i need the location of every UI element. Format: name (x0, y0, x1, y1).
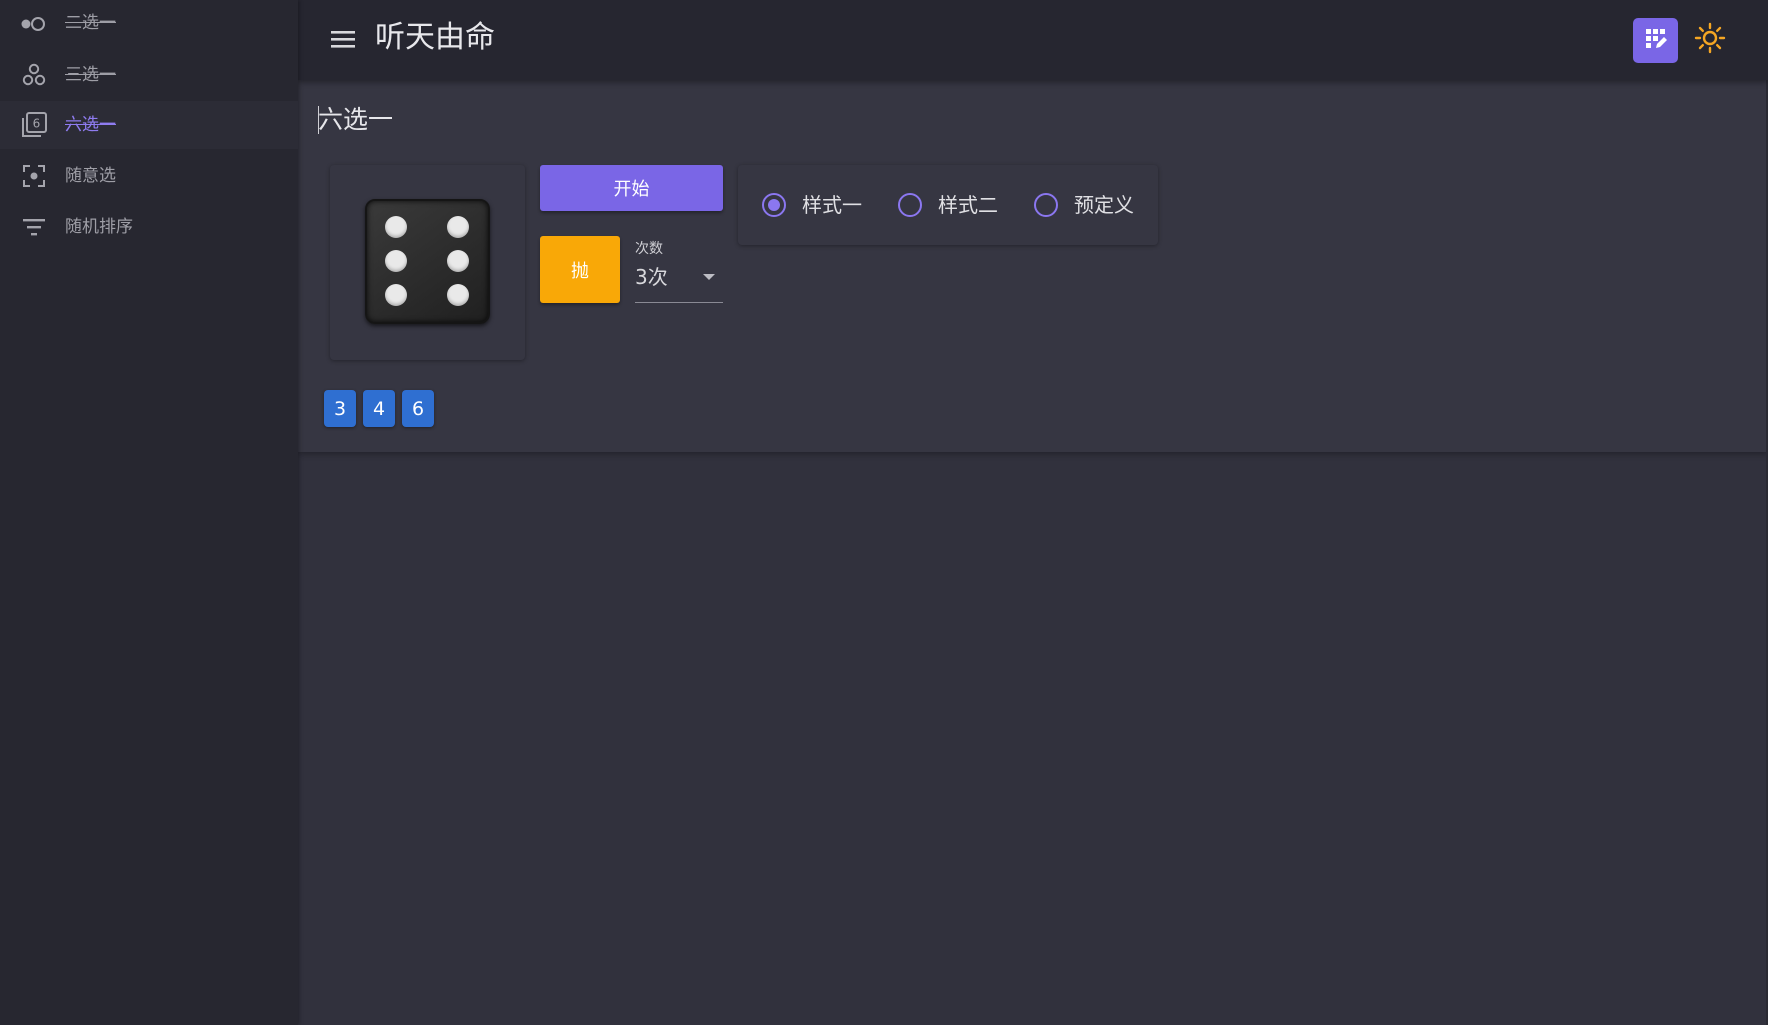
die-pip (385, 284, 407, 306)
sidebar-item-random-sort[interactable]: 随机排序 (0, 203, 298, 251)
dice-six-icon: 6 (20, 112, 48, 137)
center-focus-icon (20, 164, 48, 188)
page-title: 六选一 (318, 105, 394, 134)
die-pip (447, 216, 469, 238)
sun-icon (1694, 22, 1726, 58)
svg-text:6: 6 (33, 117, 41, 131)
theme-toggle-button[interactable] (1690, 20, 1730, 60)
sidebar-item-two-choice[interactable]: 二选一 (0, 0, 298, 48)
radio-label: 样式一 (802, 193, 862, 217)
sidebar-item-label: 六选一 (65, 115, 116, 135)
result-chip: 3 (324, 390, 356, 427)
menu-icon[interactable] (328, 24, 358, 54)
radio-unchecked-icon (1034, 193, 1058, 217)
count-label: 次数 (635, 241, 663, 257)
radio-unchecked-icon (898, 193, 922, 217)
results-list: 3 4 6 (324, 390, 434, 427)
count-value: 3次 (635, 265, 668, 289)
dice-six-face[interactable] (365, 199, 490, 324)
app-bar: 听天由命 (298, 0, 1768, 80)
filter-list-icon (20, 215, 48, 239)
result-chip: 6 (402, 390, 434, 427)
coin-toggle-icon (20, 12, 48, 36)
sidebar: 二选一 三选一 6 六选一 随意选 随机排序 (0, 0, 298, 1025)
die-pip (385, 250, 407, 272)
die-pip (385, 216, 407, 238)
sidebar-item-label: 随机排序 (65, 217, 133, 237)
result-chip: 4 (363, 390, 395, 427)
sidebar-item-label: 二选一 (65, 13, 116, 33)
throw-button[interactable]: 抛 (540, 236, 620, 303)
app-title: 听天由命 (375, 20, 495, 55)
select-underline (635, 302, 723, 303)
main-panel: 六选一 开始 抛 次数 3次 样式一 样式二 预定义 3 4 6 (298, 80, 1768, 452)
die-pip (447, 250, 469, 272)
radio-label: 预定义 (1074, 193, 1134, 217)
dice-card (330, 165, 525, 360)
sidebar-item-free-choice[interactable]: 随意选 (0, 152, 298, 200)
count-select[interactable]: 次数 3次 (635, 240, 723, 304)
grid-edit-button[interactable] (1633, 18, 1678, 63)
radio-predefined[interactable]: 预定义 (1034, 193, 1134, 217)
grid-edit-icon (1643, 26, 1669, 56)
radio-style-one[interactable]: 样式一 (762, 193, 862, 217)
radio-style-two[interactable]: 样式二 (898, 193, 998, 217)
radio-checked-icon (762, 193, 786, 217)
dropdown-arrow-icon (703, 274, 715, 280)
sidebar-item-label: 随意选 (65, 166, 116, 186)
sidebar-item-label: 三选一 (65, 65, 116, 85)
radio-label: 样式二 (938, 193, 998, 217)
sidebar-item-six-choice[interactable]: 6 六选一 (0, 101, 298, 149)
die-pip (447, 284, 469, 306)
start-button[interactable]: 开始 (540, 165, 723, 211)
three-circles-icon (20, 63, 48, 87)
style-radio-group: 样式一 样式二 预定义 (738, 165, 1158, 245)
sidebar-item-three-choice[interactable]: 三选一 (0, 51, 298, 99)
